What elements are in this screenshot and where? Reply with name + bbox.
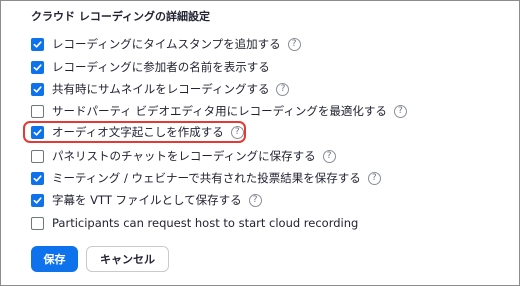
checkmark-icon [33, 196, 42, 204]
checkbox[interactable] [31, 193, 44, 207]
option-label: パネリストのチャットをレコーディングに保存する [52, 149, 316, 163]
checkmark-icon [33, 174, 42, 182]
checkmark-icon [33, 63, 42, 71]
question-circle-icon[interactable]: ? [248, 193, 262, 207]
cancel-button[interactable]: キャンセル [86, 246, 169, 272]
option-label: ミーティング / ウェビナーで共有された投票結果を保存する [52, 171, 361, 185]
checkmark-icon [33, 128, 42, 136]
question-circle-icon[interactable]: ? [322, 149, 336, 163]
option-label: レコーディングにタイムスタンプを追加する [52, 37, 281, 51]
option-participant-names[interactable]: レコーディングに参加者の名前を表示する [31, 57, 270, 77]
option-request-cloud-recording[interactable]: Participants can request host to start c… [31, 213, 358, 233]
option-thumbnails[interactable]: 共有時にサムネイルをレコーディングする ? [31, 79, 290, 99]
checkbox[interactable] [31, 149, 44, 163]
option-label: サードパーティ ビデオエディタ用にレコーディングを最適化する [52, 104, 387, 118]
save-button[interactable]: 保存 [31, 246, 78, 272]
checkmark-icon [33, 85, 42, 93]
question-circle-icon[interactable]: ? [367, 171, 381, 185]
checkbox[interactable] [31, 125, 44, 139]
settings-panel: クラウド レコーディングの詳細設定 レコーディングにタイムスタンプを追加する ?… [0, 0, 520, 286]
question-circle-icon[interactable]: ? [393, 104, 407, 118]
option-timestamp[interactable]: レコーディングにタイムスタンプを追加する ? [31, 34, 301, 54]
checkmark-icon [33, 40, 42, 48]
option-label: Participants can request host to start c… [52, 216, 359, 230]
option-panelist-chat[interactable]: パネリストのチャットをレコーディングに保存する ? [31, 146, 336, 166]
section-title: クラウド レコーディングの詳細設定 [31, 10, 211, 23]
question-circle-icon[interactable]: ? [287, 37, 301, 51]
option-label: 共有時にサムネイルをレコーディングする [52, 82, 270, 96]
checkbox[interactable] [31, 216, 44, 230]
option-label: レコーディングに参加者の名前を表示する [52, 60, 270, 74]
option-audio-transcript[interactable]: オーディオ文字起こしを作成する ? [31, 122, 244, 142]
option-label: オーディオ文字起こしを作成する [52, 125, 224, 139]
question-circle-icon[interactable]: ? [276, 82, 290, 96]
checkbox[interactable] [31, 171, 44, 185]
option-optimize-editor[interactable]: サードパーティ ビデオエディタ用にレコーディングを最適化する ? [31, 101, 407, 121]
question-circle-icon[interactable]: ? [230, 125, 244, 139]
option-vtt-captions[interactable]: 字幕を VTT ファイルとして保存する ? [31, 190, 262, 210]
checkbox[interactable] [31, 82, 44, 96]
checkbox[interactable] [31, 104, 44, 118]
checkbox[interactable] [31, 37, 44, 51]
option-poll-results[interactable]: ミーティング / ウェビナーで共有された投票結果を保存する ? [31, 168, 381, 188]
option-label: 字幕を VTT ファイルとして保存する [52, 193, 242, 207]
checkbox[interactable] [31, 60, 44, 74]
